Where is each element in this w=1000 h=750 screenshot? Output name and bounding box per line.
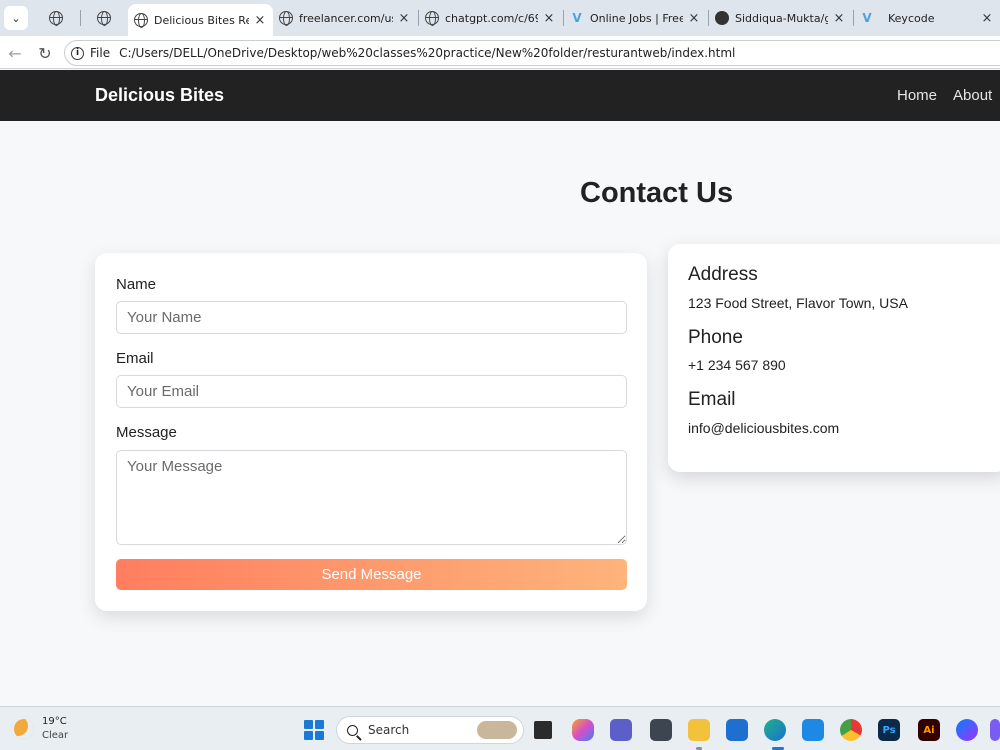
back-arrow-icon: ← [8, 43, 22, 63]
taskbar-overflow-icon[interactable] [990, 719, 1000, 741]
search-label: Search [368, 723, 410, 737]
tab-online-jobs[interactable]: V Online Jobs | Freelan × [564, 4, 707, 32]
close-icon[interactable]: × [542, 11, 556, 26]
tab-keycode[interactable]: V Keycode × [854, 4, 1000, 32]
info-icon[interactable]: i [71, 46, 84, 60]
windows-logo-icon [315, 731, 324, 740]
messenger-icon[interactable] [956, 719, 978, 741]
tab-actions-menu-button[interactable]: ⌄ [4, 6, 28, 30]
windows-logo-icon [304, 720, 313, 729]
name-label: Name [116, 276, 157, 293]
freelancer-icon: V [572, 11, 582, 25]
url-text[interactable]: C:/Users/DELL/OneDrive/Desktop/web%20cla… [119, 46, 735, 60]
address-heading: Address [688, 264, 758, 285]
teams-icon[interactable] [610, 719, 632, 741]
weather-condition[interactable]: Clear [42, 730, 68, 741]
windows-logo-icon [315, 720, 324, 729]
reload-icon: ↻ [38, 43, 52, 63]
close-icon[interactable]: × [980, 11, 994, 26]
browser-toolbar: ← ↻ i File C:/Users/DELL/OneDrive/Deskto… [0, 36, 1000, 69]
contact-info-card: Address 123 Food Street, Flavor Town, US… [668, 244, 1000, 472]
globe-icon [49, 11, 63, 26]
nav-link-home[interactable]: Home [897, 87, 937, 104]
browser-tab-strip: ⌄ Delicious Bites Resta × freelancer.com… [0, 0, 1000, 36]
tab-github[interactable]: Siddiqua-Mukta/gre × [709, 4, 852, 32]
contact-form: Name Email Message Send Message [95, 253, 647, 611]
windows-logo-icon [304, 731, 313, 740]
taskbar-search[interactable]: Search [336, 716, 524, 744]
url-scheme-label: File [90, 46, 111, 60]
github-icon [715, 11, 729, 25]
photoshop-icon[interactable]: Ps [878, 719, 900, 741]
nav-link-about[interactable]: About [953, 87, 992, 104]
name-input[interactable] [116, 301, 627, 334]
message-textarea[interactable] [116, 450, 627, 545]
reload-button[interactable]: ↻ [34, 42, 56, 64]
globe-icon [97, 11, 111, 26]
freelancer-icon: V [862, 11, 872, 25]
globe-icon [134, 13, 148, 28]
page-title: Contact Us [580, 177, 734, 209]
message-label: Message [116, 424, 177, 441]
start-button[interactable] [304, 720, 324, 740]
tab-chatgpt[interactable]: chatgpt.com/c/6964 × [419, 4, 562, 32]
pinned-tab-1[interactable] [42, 6, 70, 30]
tab-title: chatgpt.com/c/6964 [445, 11, 538, 25]
close-icon[interactable]: × [253, 13, 267, 28]
file-explorer-icon[interactable] [688, 719, 710, 741]
copilot-icon[interactable] [572, 719, 594, 741]
tab-delicious-bites[interactable]: Delicious Bites Resta × [128, 4, 273, 36]
moon-icon[interactable] [14, 719, 34, 739]
address-bar[interactable]: i File C:/Users/DELL/OneDrive/Desktop/we… [64, 40, 1000, 66]
tab-title: Keycode [888, 11, 935, 25]
tab-title: Siddiqua-Mukta/gre [735, 11, 828, 25]
camera-icon[interactable] [650, 719, 672, 741]
email-heading: Email [688, 389, 736, 410]
phone-heading: Phone [688, 327, 743, 348]
email-label: Email [116, 350, 154, 367]
site-header: Delicious Bites Home About [0, 70, 1000, 121]
back-button[interactable]: ← [4, 42, 26, 64]
brand-logo[interactable]: Delicious Bites [95, 85, 224, 106]
weather-temperature[interactable]: 19°C [42, 716, 67, 727]
task-view-icon[interactable] [534, 721, 552, 739]
close-icon[interactable]: × [687, 11, 701, 26]
send-message-button[interactable]: Send Message [116, 559, 627, 590]
chrome-icon[interactable] [840, 719, 862, 741]
tab-title: Online Jobs | Freelan [590, 11, 683, 25]
email-input[interactable] [116, 375, 627, 408]
search-highlight-icon [477, 721, 517, 739]
pinned-tab-2[interactable] [90, 6, 118, 30]
tab-title: Delicious Bites Resta [154, 13, 249, 27]
phone-value: +1 234 567 890 [688, 357, 786, 373]
close-icon[interactable]: × [832, 11, 846, 26]
globe-icon [425, 11, 439, 26]
windows-taskbar: 19°C Clear Search Ps Ai [0, 706, 1000, 750]
search-icon [347, 724, 358, 736]
tab-freelancer-users[interactable]: freelancer.com/users × [273, 4, 417, 32]
store-icon[interactable] [726, 719, 748, 741]
email-value: info@deliciousbites.com [688, 420, 840, 436]
globe-icon [279, 11, 293, 26]
edge-icon[interactable] [764, 719, 786, 741]
vscode-icon[interactable] [802, 719, 824, 741]
chevron-down-icon: ⌄ [11, 11, 21, 25]
address-value: 123 Food Street, Flavor Town, USA [688, 295, 908, 311]
close-icon[interactable]: × [397, 11, 411, 26]
tab-separator [80, 10, 81, 26]
illustrator-icon[interactable]: Ai [918, 719, 940, 741]
tab-title: freelancer.com/users [299, 11, 393, 25]
